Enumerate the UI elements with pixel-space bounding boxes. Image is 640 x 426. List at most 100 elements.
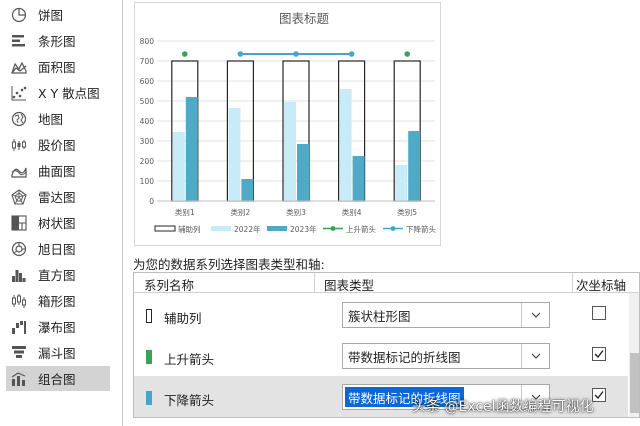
x-tick-label: 类别5 — [397, 207, 417, 217]
sidebar-item-radar-chart[interactable]: 雷达图 — [6, 184, 110, 209]
y-tick-label: 600 — [140, 77, 155, 86]
sidebar-item-label: 瀑布图 — [38, 320, 76, 335]
bar-2022 — [284, 102, 296, 201]
dropdown-button[interactable] — [521, 303, 549, 327]
sidebar-item-treemap-chart[interactable]: 树状图 — [6, 210, 110, 235]
chart-type-value: 带数据标记的折线图 — [348, 350, 461, 365]
sidebar-item-box-whisker-chart[interactable]: 箱形图 — [6, 288, 110, 313]
y-tick-label: 500 — [140, 97, 155, 106]
sunburst-chart-icon — [10, 241, 28, 257]
box-whisker-chart-icon — [10, 293, 28, 309]
sidebar-item-sunburst-chart[interactable]: 旭日图 — [6, 236, 110, 261]
combo-chart-icon — [10, 371, 28, 387]
x-tick-label: 类别3 — [286, 207, 306, 217]
bar-2022 — [172, 132, 185, 201]
sidebar-item-label: 箱形图 — [38, 294, 76, 309]
y-tick-label: 200 — [140, 157, 155, 166]
y-tick-label: 700 — [140, 57, 155, 66]
sidebar-item-histogram-chart[interactable]: 直方图 — [6, 262, 110, 287]
treemap-chart-icon — [10, 214, 28, 231]
sidebar-item-surface-chart[interactable]: 曲面图 — [6, 158, 110, 183]
legend-label: 下降箭头 — [406, 224, 436, 234]
sidebar-item-waterfall-chart[interactable]: 瀑布图 — [6, 314, 110, 339]
sidebar-item-map-chart[interactable]: 地图 — [6, 106, 110, 131]
series-name: 辅助列 — [164, 311, 202, 326]
area-chart-icon — [10, 59, 28, 75]
funnel-chart-icon — [10, 345, 28, 361]
dropdown-button[interactable] — [521, 344, 549, 368]
sidebar-item-label: 饼图 — [38, 8, 64, 23]
map-chart-icon — [10, 111, 28, 127]
y-tick-label: 400 — [140, 117, 155, 126]
combo-chart: 图表标题 0 100 200 300 400 500 600 700 800 类别1 类别2 类别3 类别… — [140, 11, 437, 234]
bar-chart-icon — [10, 33, 28, 49]
sidebar-item-label: 组合图 — [38, 372, 76, 387]
checkmark-icon — [594, 391, 604, 400]
secondary-axis-checkbox[interactable] — [592, 306, 606, 320]
sidebar-item-label: 雷达图 — [38, 190, 76, 205]
waterfall-chart-icon — [10, 319, 28, 335]
bar-2022 — [228, 108, 241, 201]
secondary-axis-checkbox[interactable] — [592, 347, 606, 361]
header-secondary-axis: 次坐标轴 — [576, 278, 627, 293]
chart-type-select[interactable]: 簇状柱形图 — [342, 302, 550, 328]
sidebar-item-label: 地图 — [38, 112, 64, 127]
series-swatch — [146, 309, 152, 323]
legend-label: 上升箭头 — [346, 224, 376, 234]
secondary-axis-checkbox[interactable] — [592, 388, 606, 402]
bar-2022 — [395, 165, 408, 201]
sidebar-item-bar-chart[interactable]: 条形图 — [6, 28, 110, 53]
series-row[interactable]: 辅助列 簇状柱形图 — [134, 294, 628, 336]
series-marker — [293, 51, 299, 57]
sidebar-item-area-chart[interactable]: 面积图 — [6, 54, 110, 79]
chart-type-select[interactable]: 带数据标记的折线图 — [342, 343, 550, 369]
bar-2023 — [241, 179, 254, 201]
series-instruction: 为您的数据系列选择图表类型和轴: — [133, 257, 325, 272]
table-scrollbar[interactable] — [629, 293, 639, 417]
series-swatch — [146, 350, 152, 364]
legend-label: 2022年 — [234, 224, 261, 234]
sidebar-item-label: 曲面图 — [38, 164, 76, 179]
sidebar-item-combo-chart[interactable]: 组合图 — [6, 366, 110, 391]
x-tick-label: 类别4 — [342, 207, 362, 217]
series-table-header: 系列名称 图表类型 次坐标轴 — [134, 273, 639, 293]
pie-chart-icon — [10, 7, 28, 23]
chart-preview: 图表标题 0 100 200 300 400 500 600 700 800 类别1 类别2 类别3 类别… — [134, 2, 441, 246]
sidebar-item-label: 面积图 — [38, 60, 76, 75]
sidebar-item-pie-chart[interactable]: 饼图 — [6, 2, 110, 27]
sidebar-item-label: 旭日图 — [38, 242, 76, 257]
series-row[interactable]: 上升箭头 带数据标记的折线图 — [134, 335, 628, 377]
sidebar-item-stock-chart[interactable]: 股价图 — [6, 132, 110, 157]
bar-2022 — [339, 89, 352, 201]
sidebar-item-label: 漏斗图 — [38, 346, 76, 361]
header-chart-type: 图表类型 — [324, 278, 375, 293]
legend-swatch — [267, 226, 287, 231]
y-tick-label: 300 — [140, 137, 155, 146]
legend-marker — [330, 226, 336, 231]
bar-2023 — [408, 131, 421, 201]
panel-divider — [122, 0, 123, 426]
sidebar-item-label: X Y 散点图 — [38, 86, 100, 101]
sidebar-item-scatter-chart[interactable]: X Y 散点图 — [6, 80, 110, 105]
header-series-name: 系列名称 — [144, 278, 195, 293]
series-marker — [237, 51, 244, 57]
bar-2023 — [185, 97, 198, 201]
series-marker — [404, 51, 411, 57]
series-name: 下降箭头 — [164, 393, 215, 408]
sidebar-item-label: 条形图 — [38, 34, 76, 49]
radar-chart-icon — [10, 188, 28, 205]
scrollbar-thumb[interactable] — [630, 353, 639, 413]
chart-title: 图表标题 — [279, 11, 330, 26]
series-marker — [182, 51, 188, 57]
histogram-chart-icon — [10, 267, 28, 283]
sidebar-item-funnel-chart[interactable]: 漏斗图 — [6, 340, 110, 365]
sidebar-item-label: 树状图 — [38, 216, 76, 231]
x-tick-label: 类别2 — [231, 207, 251, 217]
series-swatch — [146, 391, 152, 405]
header-separator — [572, 273, 573, 293]
legend-label: 辅助列 — [178, 224, 201, 234]
sidebar-item-label: 股价图 — [38, 138, 76, 153]
legend-swatch — [211, 226, 231, 231]
scatter-chart-icon — [10, 85, 28, 101]
legend-label: 2023年 — [290, 224, 317, 234]
